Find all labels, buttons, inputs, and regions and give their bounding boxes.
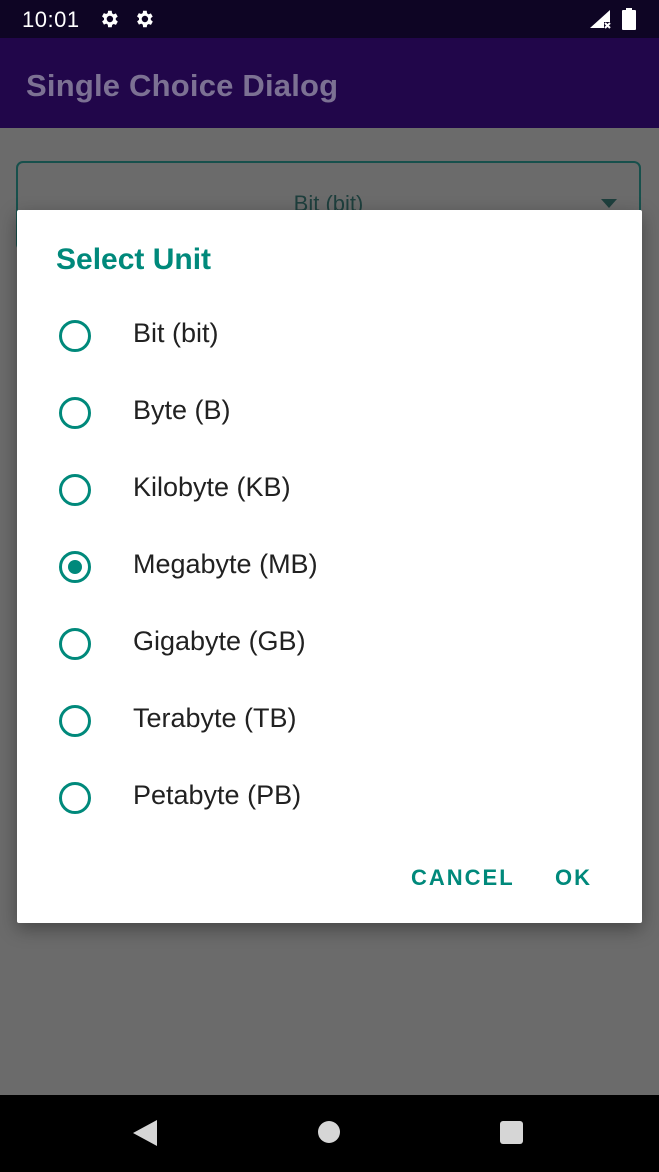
option-bit[interactable]: Bit (bit) xyxy=(17,301,642,378)
option-petabyte[interactable]: Petabyte (PB) xyxy=(17,763,642,840)
option-label: Megabyte (MB) xyxy=(133,549,318,579)
radio-button-checked[interactable] xyxy=(59,551,91,583)
back-icon[interactable] xyxy=(133,1120,157,1146)
battery-full-icon xyxy=(622,8,636,30)
app-title: Single Choice Dialog xyxy=(26,68,339,103)
radio-button[interactable] xyxy=(59,782,91,814)
navigation-bar xyxy=(0,1095,659,1172)
option-terabyte[interactable]: Terabyte (TB) xyxy=(17,686,642,763)
radio-button[interactable] xyxy=(59,705,91,737)
option-label: Byte (B) xyxy=(133,395,231,425)
select-unit-dialog: Select Unit Bit (bit) Byte (B) Kilobyte … xyxy=(17,210,642,923)
option-label: Gigabyte (GB) xyxy=(133,626,306,656)
dialog-title: Select Unit xyxy=(56,243,212,276)
option-byte[interactable]: Byte (B) xyxy=(17,378,642,455)
radio-button[interactable] xyxy=(59,474,91,506)
home-icon[interactable] xyxy=(318,1121,340,1143)
option-gigabyte[interactable]: Gigabyte (GB) xyxy=(17,609,642,686)
option-label: Petabyte (PB) xyxy=(133,780,302,810)
status-bar: 10:01 xyxy=(0,0,659,38)
radio-button[interactable] xyxy=(59,397,91,429)
settings-gear-icon xyxy=(137,10,153,28)
recents-icon[interactable] xyxy=(500,1121,523,1144)
signal-no-service-icon xyxy=(590,10,611,29)
option-label: Terabyte (TB) xyxy=(133,703,297,733)
radio-button[interactable] xyxy=(59,628,91,660)
option-label: Bit (bit) xyxy=(133,318,219,348)
dropdown-arrow-icon xyxy=(601,199,617,208)
option-kilobyte[interactable]: Kilobyte (KB) xyxy=(17,455,642,532)
radio-button[interactable] xyxy=(59,320,91,352)
settings-gear-icon xyxy=(102,10,118,28)
option-megabyte[interactable]: Megabyte (MB) xyxy=(17,532,642,609)
app-bar: Single Choice Dialog xyxy=(0,38,659,128)
status-time: 10:01 xyxy=(22,7,80,32)
option-label: Kilobyte (KB) xyxy=(133,472,291,502)
cancel-button[interactable]: CANCEL xyxy=(411,865,515,891)
ok-button[interactable]: OK xyxy=(555,865,592,891)
